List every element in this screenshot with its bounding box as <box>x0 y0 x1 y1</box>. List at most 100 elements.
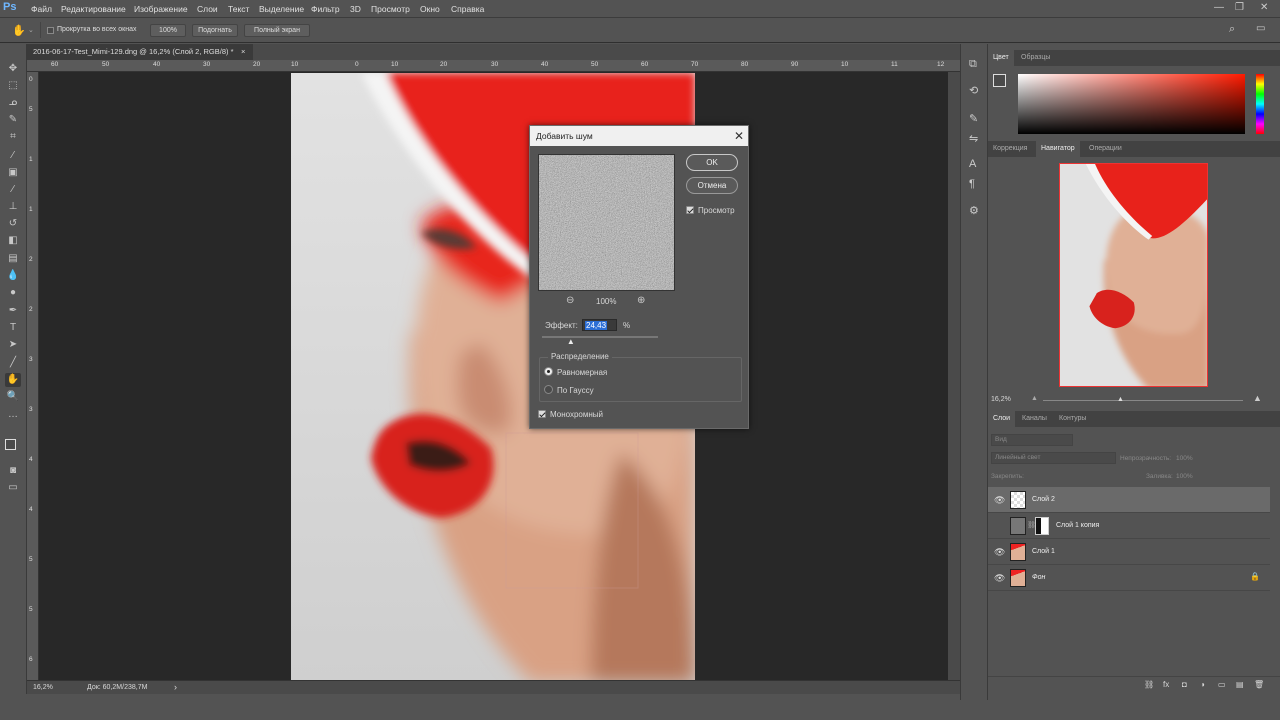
history-brush-tool-icon[interactable]: ↺ <box>5 217 21 231</box>
menu-view[interactable]: Просмотр <box>371 4 410 14</box>
fit-button[interactable]: Подогнать <box>192 24 238 37</box>
layer-row-background[interactable]: 👁 Фон 🔒 <box>988 565 1270 591</box>
layer-row-layer1[interactable]: 👁 Слой 1 <box>988 539 1270 565</box>
uniform-radio[interactable] <box>544 367 553 376</box>
visibility-eye-icon[interactable]: 👁 <box>994 573 1005 584</box>
layer-name[interactable]: Слой 1 копия <box>1056 522 1099 529</box>
quick-select-tool-icon[interactable]: ✎ <box>5 113 21 127</box>
new-group-icon[interactable]: ▭ <box>1218 680 1226 689</box>
navigator-zoom-slider[interactable] <box>1043 400 1243 401</box>
layer-mask-thumbnail[interactable] <box>1035 517 1049 535</box>
close-window-button[interactable]: ✕ <box>1260 2 1268 13</box>
layer-name[interactable]: Слой 1 <box>1032 548 1055 555</box>
vertical-scrollbar[interactable] <box>948 72 960 680</box>
dodge-tool-icon[interactable]: ● <box>5 286 21 300</box>
healing-tool-icon[interactable]: ▣ <box>5 166 21 180</box>
screen-mode-icon[interactable]: ▭ <box>5 481 21 495</box>
stamp-tool-icon[interactable]: ⊥ <box>5 200 21 214</box>
status-zoom[interactable]: 16,2% <box>33 684 53 691</box>
tab-paths[interactable]: Контуры <box>1054 411 1091 427</box>
tab-layers[interactable]: Слои <box>988 411 1016 427</box>
cancel-button[interactable]: Отмена <box>686 177 738 194</box>
menu-help[interactable]: Справка <box>451 4 484 14</box>
workspace-icon[interactable]: ▭ <box>1256 23 1265 34</box>
fullscreen-button[interactable]: Полный экран <box>244 24 310 37</box>
character-panel-icon[interactable]: A <box>969 158 976 170</box>
line-tool-icon[interactable]: ╱ <box>5 356 21 370</box>
layer-row-layer1-copy[interactable]: ⛓ Слой 1 копия <box>988 513 1270 539</box>
history-panel-icon[interactable]: ⧉ <box>969 58 977 71</box>
menu-layers[interactable]: Слои <box>197 4 218 14</box>
ok-button[interactable]: OK <box>686 154 738 171</box>
close-tab-icon[interactable]: × <box>241 44 245 60</box>
properties-panel-icon[interactable]: ⚙ <box>969 204 979 217</box>
zoom-out-small-icon[interactable]: ▲ <box>1031 395 1038 402</box>
menu-filter[interactable]: Фильтр <box>311 4 340 14</box>
fg-color-chip[interactable] <box>993 74 1006 87</box>
menu-text[interactable]: Текст <box>228 4 249 14</box>
zoom-out-icon[interactable]: ⊖ <box>566 295 574 306</box>
zoom-in-icon[interactable]: ⊕ <box>637 295 645 306</box>
layer-row-layer2[interactable]: 👁 Слой 2 <box>988 487 1270 513</box>
fx-icon[interactable]: fx <box>1163 680 1169 689</box>
path-select-tool-icon[interactable]: ➤ <box>5 338 21 352</box>
hand-tool-icon[interactable]: ✋ <box>12 24 26 37</box>
actions-panel-icon[interactable]: ⟲ <box>969 84 978 97</box>
adjust-panel-icon[interactable]: ⇋ <box>969 132 978 145</box>
more-tools-icon[interactable]: … <box>5 408 21 422</box>
effect-input[interactable]: 24,43 <box>582 319 617 331</box>
delete-layer-icon[interactable]: 🗑 <box>1254 680 1264 689</box>
tab-color[interactable]: Цвет <box>988 50 1014 66</box>
blend-mode-select[interactable]: Линейный свет <box>991 452 1116 464</box>
brush-tool-icon[interactable]: ∕ <box>5 183 21 197</box>
effect-slider-thumb[interactable]: ▲ <box>567 337 575 346</box>
eyedropper-tool-icon[interactable]: ⁄ <box>5 149 21 163</box>
gaussian-radio[interactable] <box>544 385 553 394</box>
blur-tool-icon[interactable]: 💧 <box>5 269 21 283</box>
move-tool-icon[interactable]: ✥ <box>5 62 21 76</box>
tab-actions[interactable]: Операции <box>1084 141 1127 157</box>
add-mask-icon[interactable]: ◘ <box>1182 680 1187 689</box>
link-layers-icon[interactable]: ⛓ <box>1144 680 1154 689</box>
close-icon[interactable]: ✕ <box>734 126 744 146</box>
preview-checkbox[interactable] <box>686 206 694 214</box>
fill-value[interactable]: 100% <box>1176 473 1193 480</box>
menu-file[interactable]: Файл <box>31 4 52 14</box>
crop-tool-icon[interactable]: ⌗ <box>5 130 21 144</box>
menu-window[interactable]: Окно <box>420 4 440 14</box>
hue-slider[interactable] <box>1256 74 1264 134</box>
gradient-tool-icon[interactable]: ▤ <box>5 252 21 266</box>
menu-image[interactable]: Изображение <box>134 4 188 14</box>
document-tab[interactable]: 2016-06-17-Test_Mimi-129.dng @ 16,2% (Сл… <box>27 44 253 60</box>
opacity-value[interactable]: 100% <box>1176 455 1193 462</box>
search-icon[interactable]: ⌕ <box>1229 23 1235 36</box>
tab-swatches[interactable]: Образцы <box>1016 50 1055 66</box>
adjustment-layer-icon[interactable]: ◑ <box>1200 680 1205 689</box>
menu-edit[interactable]: Редактирование <box>61 4 126 14</box>
noise-preview[interactable] <box>538 154 675 291</box>
navigator-thumbnail[interactable] <box>1059 163 1208 387</box>
pen-tool-icon[interactable]: ✒ <box>5 304 21 318</box>
tab-channels[interactable]: Каналы <box>1017 411 1052 427</box>
tab-navigator[interactable]: Навигатор <box>1036 141 1080 157</box>
layer-filter-select[interactable]: Вид <box>991 434 1073 446</box>
foreground-color-swatch[interactable] <box>5 439 16 450</box>
tab-adjustments[interactable]: Коррекция <box>988 141 1032 157</box>
zoom-tool-icon[interactable]: 🔍 <box>5 390 21 404</box>
navigator-slider-thumb[interactable]: ▲ <box>1117 396 1124 403</box>
brush-panel-icon[interactable]: ✎ <box>969 112 978 125</box>
new-layer-icon[interactable]: ▤ <box>1236 680 1244 689</box>
paragraph-panel-icon[interactable]: ¶ <box>969 178 975 190</box>
marquee-tool-icon[interactable]: ⬚ <box>5 79 21 93</box>
dialog-title-bar[interactable]: Добавить шум ✕ <box>530 126 748 146</box>
quick-mask-icon[interactable]: ◙ <box>5 464 21 478</box>
restore-button[interactable]: ❐ <box>1235 2 1244 13</box>
menu-select[interactable]: Выделение <box>259 4 304 14</box>
status-arrow-icon[interactable]: › <box>174 682 177 692</box>
lasso-tool-icon[interactable]: ᓄ <box>5 96 21 110</box>
color-spectrum[interactable] <box>1018 74 1245 134</box>
eraser-tool-icon[interactable]: ◧ <box>5 234 21 248</box>
menu-3d[interactable]: 3D <box>350 4 361 14</box>
layer-name[interactable]: Слой 2 <box>1032 496 1055 503</box>
monochrome-checkbox[interactable] <box>538 410 546 418</box>
